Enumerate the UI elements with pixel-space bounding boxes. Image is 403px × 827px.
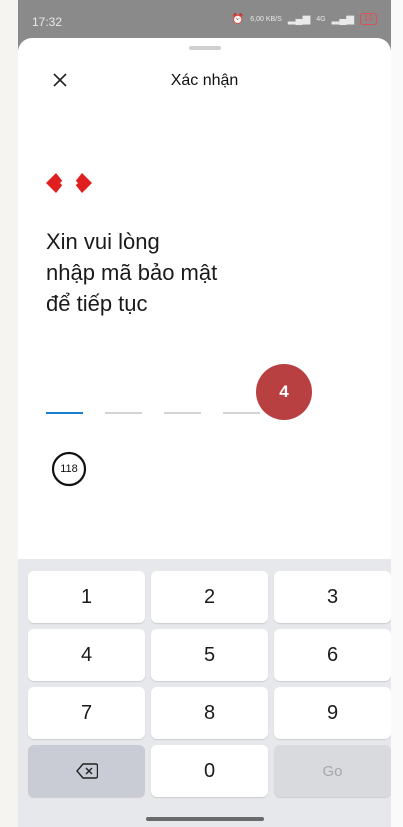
signal-icon-2: ▂▄▆: [331, 13, 355, 25]
step-badge: 4: [256, 364, 312, 420]
home-indicator[interactable]: [146, 817, 264, 821]
right-frame: [391, 0, 403, 827]
sheet-title: Xác nhận: [170, 72, 239, 89]
net-speed: 6,00 KB/S: [250, 15, 282, 23]
left-frame: [0, 0, 18, 827]
pin-input[interactable]: [46, 412, 260, 414]
backspace-icon: [75, 763, 98, 779]
key-4[interactable]: 4: [28, 629, 145, 681]
numeric-keypad: 1 2 3 4 5 6 7 8 9 0 Go: [18, 559, 391, 827]
verification-sheet: Xác nhận Xin vui lòng nhập mã bảo mật để…: [18, 38, 391, 827]
network-type: 4G: [316, 15, 326, 23]
phone-screen: 17:32 ⏰ 6,00 KB/S ▂▄▆ 4G ▂▄▆ 19 Xác nhận…: [18, 0, 391, 827]
countdown-timer: 118: [50, 450, 88, 488]
key-2[interactable]: 2: [151, 571, 268, 623]
key-6[interactable]: 6: [274, 629, 391, 681]
battery-icon: 19: [360, 13, 377, 25]
key-5[interactable]: 5: [151, 629, 268, 681]
key-8[interactable]: 8: [151, 687, 268, 739]
key-7[interactable]: 7: [28, 687, 145, 739]
alarm-icon: ⏰: [231, 13, 245, 25]
prompt-line: để tiếp tục: [46, 291, 148, 316]
drag-handle[interactable]: [189, 46, 221, 50]
timer-seconds: 118: [60, 463, 78, 475]
security-code-prompt: Xin vui lòng nhập mã bảo mật để tiếp tục: [46, 226, 346, 319]
status-icons: ⏰ 6,00 KB/S ▂▄▆ 4G ▂▄▆ 19: [232, 13, 377, 25]
key-0[interactable]: 0: [151, 745, 268, 797]
go-key[interactable]: Go: [274, 745, 391, 797]
prompt-line: Xin vui lòng: [46, 229, 160, 254]
key-1[interactable]: 1: [28, 571, 145, 623]
pin-slot-2[interactable]: [105, 412, 142, 414]
key-3[interactable]: 3: [274, 571, 391, 623]
status-bar: 17:32 ⏰ 6,00 KB/S ▂▄▆ 4G ▂▄▆ 19: [18, 0, 391, 40]
bank-logo-icon: [46, 173, 92, 193]
prompt-line: nhập mã bảo mật: [46, 260, 218, 285]
pin-slot-4[interactable]: [223, 412, 260, 414]
backspace-key[interactable]: [28, 745, 145, 797]
pin-slot-3[interactable]: [164, 412, 201, 414]
signal-icon: ▂▄▆: [287, 13, 311, 25]
pin-slot-1[interactable]: [46, 412, 83, 414]
status-time: 17:32: [32, 15, 63, 29]
key-9[interactable]: 9: [274, 687, 391, 739]
